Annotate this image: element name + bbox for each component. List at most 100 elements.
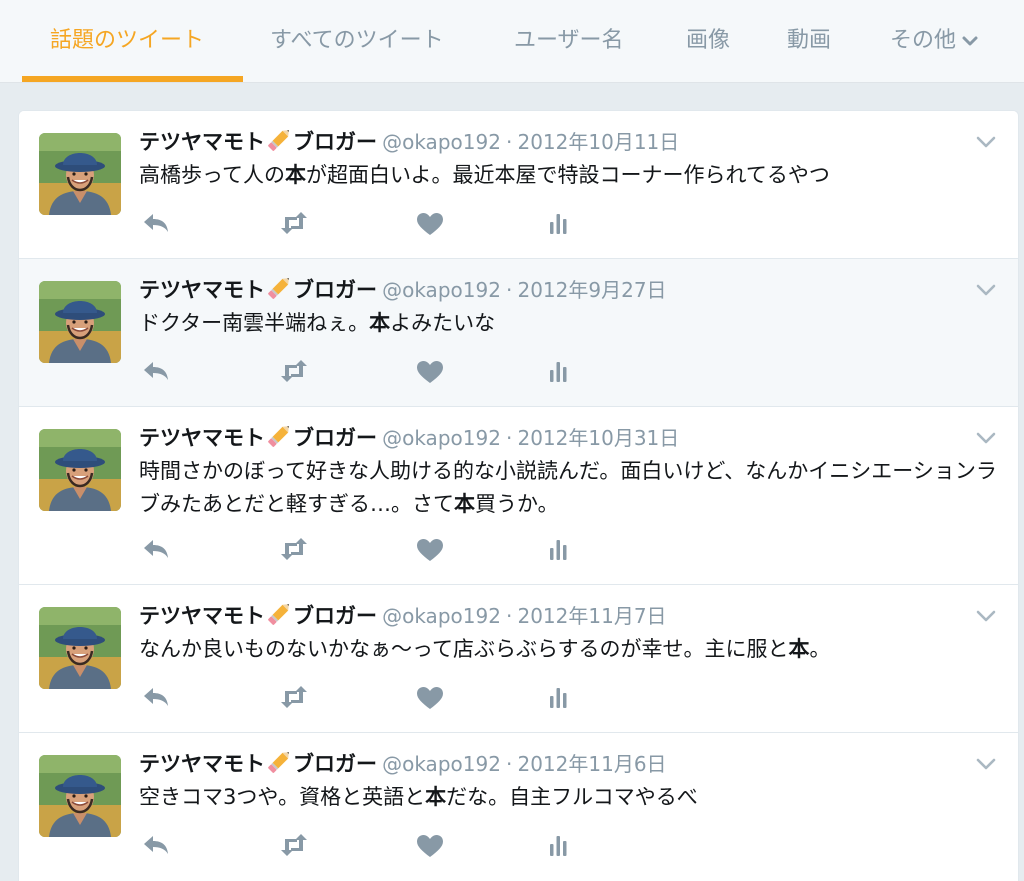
tweet-date[interactable]: 2012年10月31日	[517, 426, 679, 450]
username[interactable]: @okapo192	[382, 426, 501, 450]
retweet-button[interactable]	[277, 356, 311, 386]
tweet-text-after: よみたいな	[390, 311, 496, 335]
analytics-button[interactable]	[541, 682, 575, 712]
more-options-caret-icon[interactable]	[974, 131, 998, 153]
tweet-text: 高橋歩って人の本が超面白いよ。最近本屋で特設コーナー作られてるやつ	[139, 159, 999, 192]
username[interactable]: @okapo192	[382, 278, 501, 302]
retweet-button[interactable]	[277, 208, 311, 238]
reply-icon	[144, 362, 168, 380]
retweet-icon	[281, 538, 307, 560]
avatar[interactable]	[39, 281, 121, 363]
avatar[interactable]	[39, 607, 121, 689]
tweet-date[interactable]: 2012年11月6日	[517, 752, 666, 776]
username[interactable]: @okapo192	[382, 130, 501, 154]
tweet-text-before: なんか良いものないかなぁ〜って店ぶらぶらするのが幸せ。主に服と	[139, 637, 789, 661]
tweet-date[interactable]: 2012年11月7日	[517, 604, 666, 628]
retweet-icon	[281, 212, 307, 234]
tweet[interactable]: テツヤマモト ブロガー @okapo192 · 2012年11月7日 なんか良いも…	[19, 585, 1018, 733]
display-name[interactable]: テツヤマモト ブロガー	[139, 604, 377, 628]
tweet-text: 時間さかのぼって好きな人助ける的な小説読んだ。面白いけど、なんかイニシエーション…	[139, 455, 999, 521]
retweet-button[interactable]	[277, 830, 311, 860]
display-name-suffix: ブロガー	[293, 604, 377, 628]
retweet-icon	[281, 360, 307, 382]
display-name[interactable]: テツヤマモト ブロガー	[139, 426, 377, 450]
more-options-caret-icon[interactable]	[974, 279, 998, 301]
tweet-date[interactable]: 2012年10月11日	[517, 130, 679, 154]
retweet-button[interactable]	[277, 682, 311, 712]
pencil-emoji-icon	[268, 604, 289, 625]
tweet[interactable]: テツヤマモト ブロガー @okapo192 · 2012年11月6日 空きコマ3つ…	[19, 733, 1018, 881]
tweet-header: テツヤマモト ブロガー @okapo192 · 2012年9月27日	[139, 275, 667, 305]
display-name-suffix: ブロガー	[293, 130, 377, 154]
analytics-button[interactable]	[541, 830, 575, 860]
search-tabs-bar: 話題のツイート すべてのツイート ユーザー名 画像 動画 その他	[0, 0, 1024, 83]
avatar[interactable]	[39, 429, 121, 511]
tweet-timeline: テツヤマモト ブロガー @okapo192 · 2012年10月11日 高橋歩って…	[18, 110, 1019, 881]
reply-button[interactable]	[139, 534, 173, 564]
display-name[interactable]: テツヤマモト ブロガー	[139, 752, 377, 776]
more-options-caret-icon[interactable]	[974, 753, 998, 775]
tweet-text: なんか良いものないかなぁ〜って店ぶらぶらするのが幸せ。主に服と本。	[139, 633, 999, 666]
avatar[interactable]	[39, 133, 121, 215]
more-options-caret-icon[interactable]	[974, 427, 998, 449]
analytics-button[interactable]	[541, 356, 575, 386]
analytics-icon	[550, 688, 567, 708]
pencil-emoji-icon	[268, 130, 289, 151]
analytics-button[interactable]	[541, 534, 575, 564]
tweet-text: ドクター南雲半端ねぇ。本よみたいな	[139, 307, 999, 340]
separator: ·	[506, 278, 513, 302]
reply-button[interactable]	[139, 208, 173, 238]
reply-button[interactable]	[139, 830, 173, 860]
tweet-header: テツヤマモト ブロガー @okapo192 · 2012年10月11日	[139, 127, 679, 157]
tab-photos[interactable]: 画像	[686, 24, 730, 58]
display-name-suffix: ブロガー	[293, 426, 377, 450]
tab-more[interactable]: その他	[890, 24, 980, 58]
tweet[interactable]: テツヤマモト ブロガー @okapo192 · 2012年9月27日 ドクター南雲…	[19, 259, 1018, 407]
display-name-suffix: ブロガー	[293, 752, 377, 776]
search-keyword: 本	[369, 311, 391, 335]
reply-button[interactable]	[139, 356, 173, 386]
avatar[interactable]	[39, 755, 121, 837]
username[interactable]: @okapo192	[382, 752, 501, 776]
like-icon	[417, 835, 443, 857]
tab-top-tweets[interactable]: 話題のツイート	[50, 24, 204, 58]
tab-more-label: その他	[890, 28, 957, 53]
like-button[interactable]	[413, 534, 447, 564]
like-button[interactable]	[413, 356, 447, 386]
active-tab-indicator	[22, 76, 243, 82]
tweet-text-after: 。	[809, 637, 831, 661]
tab-videos[interactable]: 動画	[787, 24, 831, 58]
like-icon	[417, 213, 443, 235]
like-icon	[417, 539, 443, 561]
pencil-emoji-icon	[268, 752, 289, 773]
tab-all-tweets[interactable]: すべてのツイート	[270, 24, 444, 58]
analytics-icon	[550, 836, 567, 856]
pencil-emoji-icon	[268, 278, 289, 299]
retweet-button[interactable]	[277, 534, 311, 564]
separator: ·	[506, 426, 513, 450]
search-keyword: 本	[788, 637, 810, 661]
tweet-date[interactable]: 2012年9月27日	[517, 278, 666, 302]
search-keyword: 本	[284, 163, 306, 187]
tweet-text-before: 空きコマ3つや。資格と英語と	[139, 785, 426, 809]
username[interactable]: @okapo192	[382, 604, 501, 628]
separator: ·	[506, 130, 513, 154]
analytics-icon	[550, 362, 567, 382]
retweet-icon	[281, 834, 307, 856]
tab-accounts[interactable]: ユーザー名	[514, 24, 624, 58]
like-button[interactable]	[413, 208, 447, 238]
more-options-caret-icon[interactable]	[974, 605, 998, 627]
display-name-text: テツヤマモト	[139, 426, 265, 450]
tweet[interactable]: テツヤマモト ブロガー @okapo192 · 2012年10月31日 時間さかの…	[19, 407, 1018, 585]
display-name-text: テツヤマモト	[139, 130, 265, 154]
like-button[interactable]	[413, 830, 447, 860]
reply-button[interactable]	[139, 682, 173, 712]
like-button[interactable]	[413, 682, 447, 712]
tweet-text-before: 高橋歩って人の	[139, 163, 285, 187]
search-keyword: 本	[454, 492, 475, 516]
display-name[interactable]: テツヤマモト ブロガー	[139, 278, 377, 302]
analytics-button[interactable]	[541, 208, 575, 238]
display-name-text: テツヤマモト	[139, 752, 265, 776]
tweet[interactable]: テツヤマモト ブロガー @okapo192 · 2012年10月11日 高橋歩って…	[19, 111, 1018, 259]
display-name[interactable]: テツヤマモト ブロガー	[139, 130, 377, 154]
